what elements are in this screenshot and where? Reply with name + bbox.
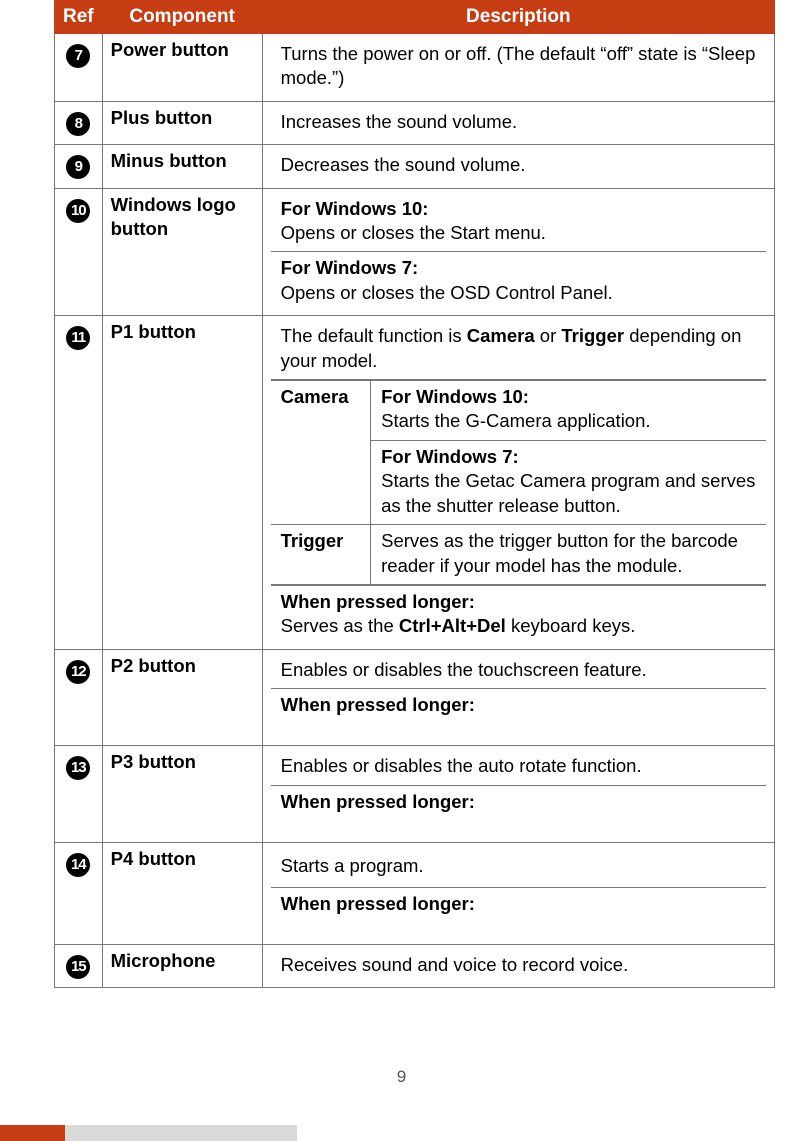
description-text: Serves as the trigger button for the bar… <box>371 525 766 585</box>
table-row: 14 P4 button Starts a program. When pres… <box>55 842 775 944</box>
sub-table: Camera For Windows 10: Starts the G-Came… <box>271 380 766 585</box>
ref-badge-icon: 12 <box>66 660 90 684</box>
description-text: Increases the sound volume. <box>271 106 766 140</box>
component-name: Minus button <box>102 145 262 188</box>
ref-badge-icon: 14 <box>66 853 90 877</box>
ref-badge-icon: 9 <box>66 155 90 179</box>
ref-badge-icon: 15 <box>66 955 90 979</box>
table-row: 15 Microphone Receives sound and voice t… <box>55 944 775 987</box>
description-text: When pressed longer: <box>271 888 766 940</box>
description-text: Enables or disables the auto rotate func… <box>271 750 766 785</box>
component-table: Ref Component Description 7 Power button… <box>54 0 775 988</box>
table-row: 9 Minus button Decreases the sound volum… <box>55 145 775 188</box>
table-row: 8 Plus button Increases the sound volume… <box>55 101 775 144</box>
component-name: P1 button <box>102 316 262 649</box>
description-text: Enables or disables the touchscreen feat… <box>271 654 766 689</box>
sub-label: Trigger <box>271 525 371 585</box>
table-row: 12 P2 button Enables or disables the tou… <box>55 649 775 745</box>
page-number: 9 <box>0 1067 803 1087</box>
sub-label: Camera <box>271 381 371 525</box>
description-text: For Windows 7: Opens or closes the OSD C… <box>271 252 766 311</box>
description-text: For Windows 7: Starts the Getac Camera p… <box>371 441 766 524</box>
component-name: Plus button <box>102 101 262 144</box>
description-text: For Windows 10: Opens or closes the Star… <box>271 193 766 253</box>
component-name: P3 button <box>102 746 262 842</box>
component-name: Power button <box>102 34 262 102</box>
description-text: For Windows 10: Starts the G-Camera appl… <box>371 381 766 441</box>
description-text: When pressed longer: Serves as the Ctrl+… <box>271 585 766 645</box>
component-name: Microphone <box>102 944 262 987</box>
ref-badge-icon: 10 <box>66 199 90 223</box>
ref-badge-icon: 11 <box>66 326 90 350</box>
ref-badge-icon: 7 <box>66 44 90 68</box>
header-ref: Ref <box>55 1 103 34</box>
ref-badge-icon: 13 <box>66 756 90 780</box>
header-component: Component <box>102 1 262 34</box>
component-name: P4 button <box>102 842 262 944</box>
table-header-row: Ref Component Description <box>55 1 775 34</box>
description-text: Turns the power on or off. (The default … <box>271 38 766 97</box>
ref-badge-icon: 8 <box>66 112 90 136</box>
description-text: Starts a program. <box>271 847 766 888</box>
table-row: 7 Power button Turns the power on or off… <box>55 34 775 102</box>
description-text: Decreases the sound volume. <box>271 149 766 183</box>
header-description: Description <box>262 1 774 34</box>
table-row: 13 P3 button Enables or disables the aut… <box>55 746 775 842</box>
description-text: Receives sound and voice to record voice… <box>271 949 766 983</box>
description-text: When pressed longer: <box>271 689 766 741</box>
description-text: When pressed longer: <box>271 786 766 838</box>
component-name: P2 button <box>102 649 262 745</box>
table-row: 11 P1 button The default function is Cam… <box>55 316 775 649</box>
description-text: The default function is Camera or Trigge… <box>271 320 766 380</box>
table-row: 10 Windows logo button For Windows 10: O… <box>55 188 775 316</box>
component-name: Windows logo button <box>102 188 262 316</box>
footer-decoration <box>0 1121 803 1141</box>
